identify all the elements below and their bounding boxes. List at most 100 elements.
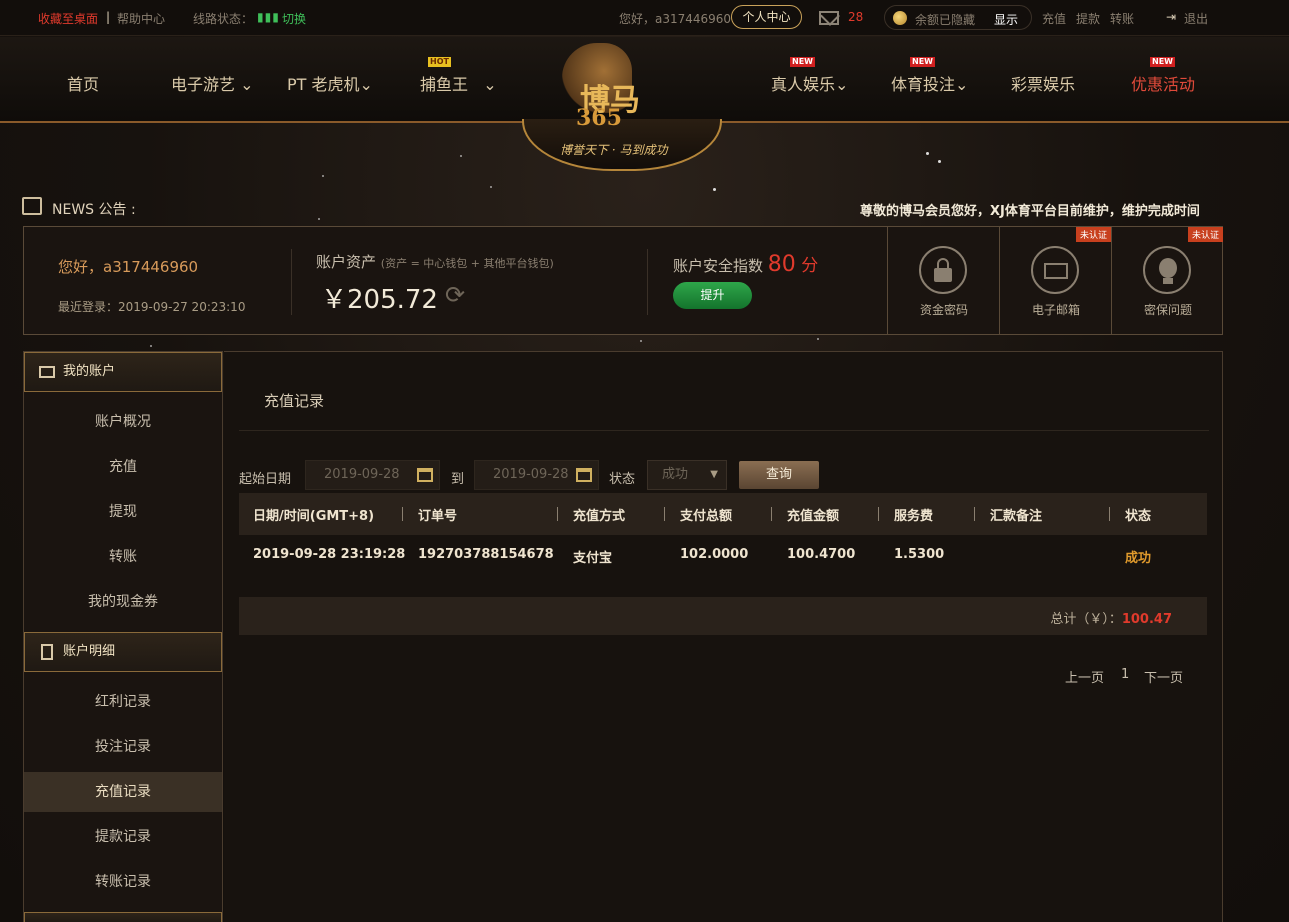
nav-pt[interactable]: PT 老虎机⌄: [287, 71, 373, 95]
personal-center-button[interactable]: 个人中心: [731, 5, 802, 29]
next-page-button[interactable]: 下一页: [1144, 667, 1183, 686]
envelope-icon: [1031, 246, 1079, 294]
sidebar-section-account-details[interactable]: 账户明细: [24, 632, 222, 672]
security-question-label: 密保问题: [1143, 303, 1192, 317]
news-icon: [22, 197, 42, 215]
sidebar-section-label: 我的账户: [63, 364, 116, 379]
cell-order: 192703788154678: [418, 547, 554, 562]
signal-icon: ▮▮▮: [257, 10, 280, 24]
assets-amount: ￥205.72: [321, 285, 438, 315]
sidebar-item-deposit[interactable]: 充值: [24, 447, 222, 487]
email-card[interactable]: 未认证 电子邮箱: [999, 227, 1111, 334]
col-fee: 服务费: [894, 509, 934, 524]
table-header: 日期/时间(GMT+8) 订单号 充值方式 支付总额 充值金额 服务费 汇款备注…: [239, 493, 1207, 535]
lock-icon: [919, 246, 967, 294]
sidebar-item-transfer-records[interactable]: 转账记录: [24, 862, 222, 902]
nav-promotions[interactable]: 优惠活动: [1131, 71, 1195, 95]
col-total-paid: 支付总额: [680, 509, 733, 524]
refresh-icon[interactable]: ⟳: [445, 281, 465, 309]
end-date-input[interactable]: 2019-09-28: [474, 460, 599, 490]
sparkle: [150, 345, 152, 347]
sidebar-item-bonus-records[interactable]: 红利记录: [24, 682, 222, 722]
brand-logo[interactable]: 博马 365 博誉天下 · 马到成功: [522, 37, 722, 173]
nav-sports[interactable]: 体育投注⌄: [891, 71, 968, 95]
start-date-input[interactable]: 2019-09-28: [305, 460, 440, 490]
col-divider: [1109, 507, 1110, 521]
logout-icon[interactable]: ⇥: [1166, 10, 1176, 24]
table-row: 2019-09-28 23:19:28 192703788154678 支付宝 …: [239, 535, 1207, 577]
nav-live-label: 真人娱乐: [771, 75, 836, 94]
status-select[interactable]: 成功 ▼: [647, 460, 727, 490]
status-label: 状态: [609, 472, 636, 487]
deposit-link[interactable]: 充值: [1042, 10, 1066, 27]
sidebar-item-withdraw-records[interactable]: 提款记录: [24, 817, 222, 857]
logout-link[interactable]: 退出: [1184, 10, 1208, 27]
fund-password-label: 资金密码: [919, 303, 968, 317]
nav-pt-label: PT 老虎机: [287, 75, 360, 94]
transfer-link[interactable]: 转账: [1110, 10, 1134, 27]
sidebar-section-my-account[interactable]: 我的账户: [24, 352, 222, 392]
col-remark: 汇款备注: [990, 509, 1043, 524]
prev-page-button[interactable]: 上一页: [1065, 667, 1104, 686]
nav-fishing[interactable]: 捕鱼王 ⌄: [420, 71, 497, 95]
sidebar-item-deposit-records[interactable]: 充值记录: [24, 772, 222, 812]
balance-toggle: 余额已隐藏 显示: [884, 5, 1032, 30]
nav-slots[interactable]: 电子游艺 ⌄: [171, 71, 254, 95]
total-text: 总计（￥）：: [1050, 612, 1122, 627]
cell-method: 支付宝: [573, 551, 613, 566]
sidebar-item-transfer[interactable]: 转账: [24, 537, 222, 577]
status-select-value: 成功: [662, 467, 689, 482]
balance-hidden-label: 余额已隐藏: [915, 13, 976, 27]
unverified-badge: 未认证: [1187, 227, 1223, 242]
page-number[interactable]: 1: [1121, 667, 1129, 682]
bookmark-link[interactable]: 收藏至桌面: [38, 10, 98, 27]
nav-live[interactable]: 真人娱乐⌄: [771, 71, 848, 95]
news-label: NEWS 公告 :: [52, 202, 136, 218]
sidebar-item-coupons[interactable]: 我的现金券: [24, 582, 222, 622]
dropdown-arrow-icon: ▼: [710, 469, 718, 480]
mail-icon[interactable]: [819, 11, 839, 25]
cell-deposit-amount: 100.4700: [787, 547, 856, 562]
total-amount: 100.47: [1121, 612, 1172, 627]
cell-total-paid: 102.0000: [680, 547, 749, 562]
line-status-label: 线路状态：: [193, 12, 254, 26]
news-marquee[interactable]: 尊敬的博马会员您好，XJ体育平台目前维护，维护完成时间: [860, 200, 1200, 219]
query-button[interactable]: 查询: [739, 461, 819, 489]
new-badge: NEW: [790, 57, 815, 67]
security-question-card[interactable]: 未认证 密保问题: [1111, 227, 1223, 334]
security-score: 80: [767, 252, 796, 277]
show-balance-button[interactable]: 显示: [994, 11, 1018, 28]
start-date-value: 2019-09-28: [324, 467, 400, 482]
calendar-icon[interactable]: [576, 468, 592, 482]
col-divider: [402, 507, 403, 521]
col-order: 订单号: [418, 509, 458, 524]
nav-home[interactable]: 首页: [67, 71, 99, 95]
sidebar-item-overview[interactable]: 账户概况: [24, 402, 222, 442]
new-badge: NEW: [1150, 57, 1175, 67]
calculator-icon: [41, 644, 53, 660]
sidebar-item-bet-records[interactable]: 投注记录: [24, 727, 222, 767]
total-bar: 总计（￥）：100.47: [239, 597, 1207, 635]
switch-link[interactable]: 切换: [282, 10, 306, 27]
fund-password-card[interactable]: 资金密码: [887, 227, 999, 334]
col-divider: [557, 507, 558, 521]
lightbulb-icon: [1143, 246, 1191, 294]
card-icon: [39, 366, 55, 378]
cell-fee: 1.5300: [894, 547, 945, 562]
sparkle: [926, 152, 929, 155]
sparkle: [817, 338, 819, 340]
sidebar-section-more[interactable]: [24, 912, 222, 922]
sidebar-item-withdraw[interactable]: 提现: [24, 492, 222, 532]
new-badge: NEW: [910, 57, 935, 67]
start-date-label: 起始日期: [239, 472, 292, 487]
calendar-icon[interactable]: [417, 468, 433, 482]
withdraw-link[interactable]: 提款: [1076, 10, 1100, 27]
hot-badge: HOT: [428, 57, 451, 67]
security-index: 账户安全指数 80 分: [673, 251, 818, 277]
greeting: 您好，a317446960: [619, 12, 732, 26]
nav-lottery[interactable]: 彩票娱乐: [1011, 71, 1075, 95]
upgrade-button[interactable]: 提升: [673, 282, 752, 309]
help-link[interactable]: 帮助中心: [117, 10, 165, 27]
col-deposit-amount: 充值金额: [787, 509, 840, 524]
chevron-down-icon: ⌄: [359, 75, 373, 94]
